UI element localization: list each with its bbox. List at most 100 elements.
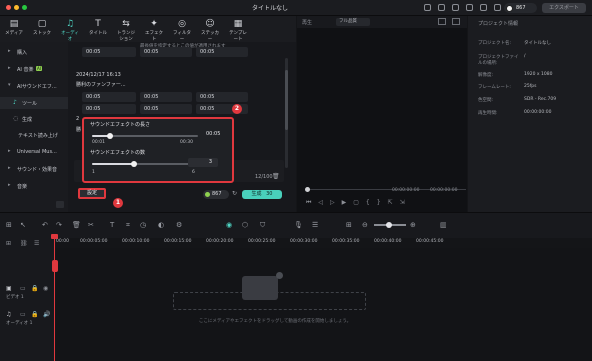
- result-time[interactable]: 00:05: [196, 47, 248, 57]
- sidebar-item[interactable]: ▸ AI 音楽 AI: [0, 63, 68, 75]
- sidebar-item[interactable]: ツール ♪: [0, 97, 68, 109]
- maximize-window-icon[interactable]: [22, 5, 27, 10]
- eye-icon[interactable]: ◉: [43, 285, 48, 292]
- marker-icon[interactable]: ⬡: [242, 221, 248, 229]
- count-value[interactable]: 3: [188, 158, 218, 167]
- count-slider-knob[interactable]: [131, 161, 137, 167]
- track-marker[interactable]: [52, 260, 58, 272]
- feedback-icon[interactable]: [438, 4, 445, 11]
- snap-icon[interactable]: ◉: [226, 221, 232, 229]
- columns-icon[interactable]: ▥: [440, 221, 447, 229]
- info-row: プロジェクトファイルの場所: /: [478, 54, 588, 66]
- delete-icon[interactable]: 🗑: [72, 221, 81, 229]
- mic-icon[interactable]: 🎙: [294, 221, 303, 229]
- apps-icon[interactable]: [494, 4, 501, 11]
- duration-slider-knob[interactable]: [107, 133, 113, 139]
- speed-icon[interactable]: ◷: [140, 221, 146, 229]
- playback-controls[interactable]: ⏮◁▷▶▢{}⇱⇲: [306, 199, 412, 207]
- tab-media[interactable]: ▤ メディア: [3, 18, 25, 40]
- tab-title[interactable]: T タイトル: [87, 18, 109, 40]
- folder-icon[interactable]: ▭: [20, 285, 26, 292]
- magic-icon[interactable]: ⚙: [176, 221, 182, 229]
- sidebar-item[interactable]: ▸ 購入: [0, 46, 68, 58]
- text-icon[interactable]: T: [110, 221, 114, 229]
- quality-select[interactable]: フル品質: [336, 18, 370, 26]
- folder-icon[interactable]: ▭: [20, 311, 26, 318]
- result-time[interactable]: 00:05: [196, 92, 248, 102]
- result-time[interactable]: 00:05: [140, 92, 192, 102]
- tab-audio[interactable]: ♫ オーディオ: [59, 18, 81, 42]
- grid-icon[interactable]: ⊞: [346, 221, 352, 229]
- lock-icon[interactable]: 🔒: [31, 311, 38, 318]
- sidebar-item-label: AI 音楽: [17, 67, 34, 73]
- link-icon[interactable]: ⛓: [20, 240, 28, 247]
- list-icon[interactable]: ☰: [312, 221, 318, 229]
- cloud-icon[interactable]: [466, 4, 473, 11]
- track-settings-icon[interactable]: ☰: [34, 240, 39, 247]
- redo-icon[interactable]: ↷: [56, 221, 62, 229]
- tab-effect[interactable]: ✦ エフェクト: [143, 18, 165, 42]
- cut-icon[interactable]: ✂: [88, 221, 94, 229]
- zoom-knob[interactable]: [386, 222, 392, 228]
- result-time[interactable]: 00:05: [82, 104, 136, 114]
- duration-value: 00:05: [206, 131, 221, 137]
- sidebar-item[interactable]: テキスト読み上げ: [0, 129, 68, 141]
- select-tool-icon[interactable]: ↖: [20, 221, 26, 229]
- minimize-window-icon[interactable]: [14, 5, 19, 10]
- tab-stock[interactable]: ▢ ストック: [31, 18, 53, 40]
- audio-track-label: オーディオ 1: [6, 321, 33, 326]
- sidebar-item[interactable]: ▸ サウンド・効果音: [0, 163, 68, 175]
- ruler-tick: 00:00:15:00: [164, 239, 192, 244]
- callout-2: 2: [232, 104, 242, 114]
- close-window-icon[interactable]: [6, 5, 11, 10]
- credits-pill[interactable]: 867: [203, 190, 229, 199]
- sidebar-item[interactable]: ▸ Universal Mus...: [0, 146, 68, 158]
- sidebar-item[interactable]: ▸ 音楽: [0, 180, 68, 192]
- result-time[interactable]: 00:05: [140, 47, 192, 57]
- shield-icon[interactable]: ⛉: [260, 221, 265, 230]
- tab-transition[interactable]: ⇆ トランジション: [115, 18, 137, 42]
- result-time[interactable]: 00:05: [82, 47, 136, 57]
- bell-icon[interactable]: [452, 4, 459, 11]
- settings-button[interactable]: 設定: [78, 188, 106, 199]
- playhead-handle[interactable]: [51, 234, 58, 239]
- add-track-icon[interactable]: ⊞: [6, 240, 11, 247]
- refresh-icon[interactable]: ↻: [232, 190, 237, 197]
- tab-filter[interactable]: ◎ フィルター: [171, 18, 193, 42]
- time-current: 00:00:00:00: [392, 188, 420, 193]
- result-time[interactable]: 00:05: [82, 92, 136, 102]
- chevron-icon: ▸: [8, 148, 11, 154]
- info-key: プロジェクトファイルの場所:: [478, 55, 519, 66]
- export-button[interactable]: エクスポート: [542, 3, 586, 13]
- layout-icon[interactable]: ⊞: [6, 221, 12, 229]
- lock-icon[interactable]: 🔒: [31, 285, 38, 292]
- fullscreen-icon[interactable]: [452, 18, 460, 25]
- credits-badge[interactable]: 867: [504, 3, 537, 13]
- tab-sticker[interactable]: ☺ ステッカー: [199, 18, 221, 42]
- zoom-in-icon[interactable]: ⊕: [410, 221, 416, 229]
- color-icon[interactable]: ◐: [158, 221, 164, 229]
- screen-icon[interactable]: [424, 4, 431, 11]
- sidebar-item-label: ツール: [22, 101, 38, 107]
- collapse-sidebar-icon[interactable]: [56, 201, 64, 208]
- trash-icon[interactable]: 🗑: [272, 173, 280, 180]
- playhead[interactable]: [54, 236, 55, 361]
- ruler-tick: 00:00:45:00: [416, 239, 444, 244]
- info-icon[interactable]: [480, 4, 487, 11]
- undo-icon[interactable]: ↶: [42, 221, 48, 229]
- scrubber-knob[interactable]: [305, 187, 310, 192]
- sidebar-item[interactable]: ▾ AIサウンドエフ...: [0, 80, 68, 92]
- tab-label: エフェクト: [145, 31, 163, 42]
- sidebar-item[interactable]: 生成 ◌: [0, 113, 68, 125]
- scrollbar-thumb[interactable]: [285, 70, 288, 130]
- generate-button[interactable]: 生成 30: [242, 190, 282, 199]
- result-time[interactable]: 00:05: [140, 104, 192, 114]
- snapshot-icon[interactable]: [438, 18, 446, 25]
- zoom-out-icon[interactable]: ⊖: [362, 221, 368, 229]
- crop-icon[interactable]: ⌗: [126, 221, 130, 230]
- tab-template[interactable]: ▦ テンプレート: [227, 18, 249, 42]
- audio-track-icon: ♫: [6, 311, 12, 318]
- duration-max: 00:30: [180, 140, 193, 145]
- speaker-icon[interactable]: 🔊: [43, 311, 50, 318]
- result-title-partial: 勝: [76, 127, 82, 133]
